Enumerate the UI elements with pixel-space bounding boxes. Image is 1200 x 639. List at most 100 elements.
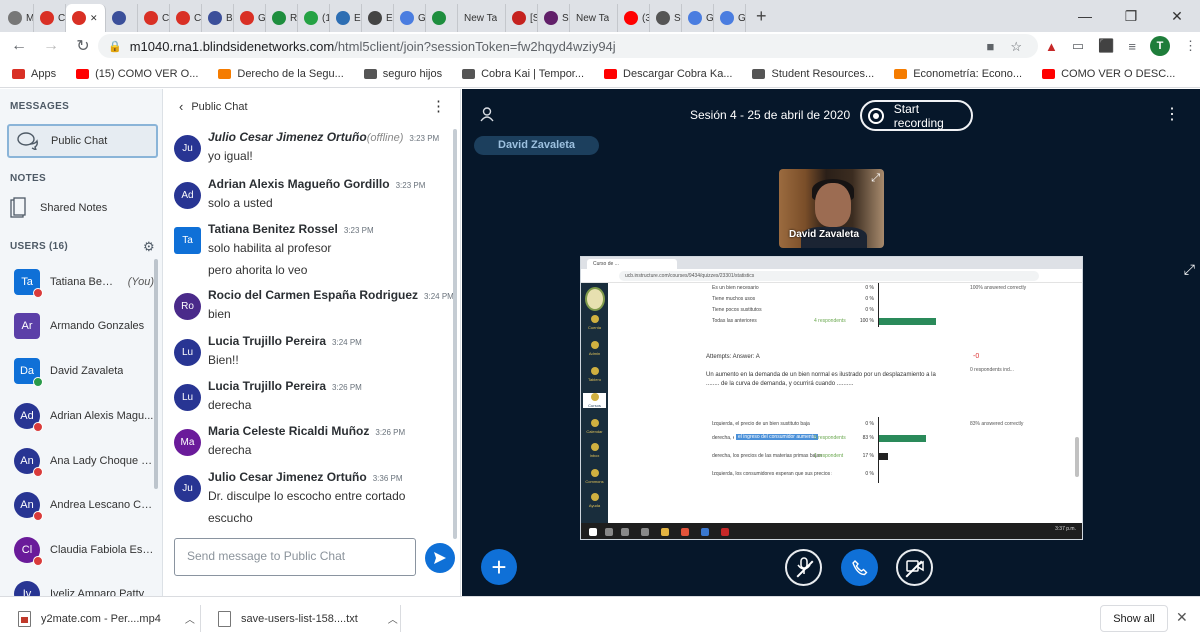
browser-tab[interactable]: Es bbox=[362, 4, 394, 32]
chat-scrollbar[interactable] bbox=[453, 129, 457, 539]
screencast-extension-icon[interactable]: ▭ bbox=[1072, 38, 1084, 54]
chevron-up-icon[interactable]: ︿ bbox=[185, 611, 195, 626]
message-author: Maria Celeste Ricaldi Muñoz bbox=[208, 424, 370, 438]
pdf-extension-icon[interactable]: ▲ bbox=[1045, 39, 1058, 54]
chat-message-input[interactable]: Send message to Public Chat bbox=[174, 538, 416, 576]
browser-tab[interactable]: Sl bbox=[538, 4, 570, 32]
user-list-item[interactable]: Ta Tatiana Benite... (You) bbox=[14, 267, 154, 297]
close-window-button[interactable]: ✕ bbox=[1154, 0, 1200, 32]
chevron-up-icon[interactable]: ︿ bbox=[388, 611, 398, 626]
avatar: Ad bbox=[174, 182, 201, 209]
browser-tab[interactable] bbox=[106, 4, 138, 32]
minimize-button[interactable]: — bbox=[1062, 0, 1108, 32]
chat-header[interactable]: ‹ Public Chat bbox=[179, 99, 248, 114]
back-arrow-icon[interactable]: ← bbox=[6, 33, 32, 59]
browser-tab[interactable]: Gr bbox=[394, 4, 426, 32]
bookmark-item[interactable]: Cobra Kai | Tempor... bbox=[462, 68, 584, 80]
browser-tab[interactable]: M bbox=[2, 4, 34, 32]
download-item-2[interactable]: save-users-list-158....txt ︿ bbox=[218, 597, 398, 639]
fullscreen-icon[interactable]: ⤢ bbox=[871, 172, 880, 185]
browser-tab[interactable]: Cc bbox=[34, 4, 66, 32]
camera-icon[interactable]: ■ bbox=[986, 39, 994, 55]
sidebar-item-shared-notes[interactable]: Shared Notes bbox=[10, 197, 107, 219]
gmail-icon bbox=[8, 11, 22, 25]
bookmark-item[interactable]: Student Resources... bbox=[752, 68, 874, 80]
sidebar-item-public-chat[interactable]: Public Chat bbox=[7, 124, 158, 158]
download-item-1[interactable]: y2mate.com - Per....mp4 ︿ bbox=[18, 597, 195, 639]
browser-tab[interactable]: (3 bbox=[618, 4, 650, 32]
options-menu-icon[interactable]: ⋮ bbox=[1164, 104, 1180, 124]
answer-percent: 0 % bbox=[865, 296, 874, 302]
tab-label: Cc bbox=[162, 12, 169, 24]
profile-avatar[interactable]: T bbox=[1149, 36, 1170, 56]
restore-button[interactable]: ❐ bbox=[1108, 0, 1154, 32]
show-all-downloads-button[interactable]: Show all bbox=[1100, 605, 1168, 632]
browser-tab[interactable]: Bi bbox=[202, 4, 234, 32]
browser-tab[interactable]: Gr bbox=[234, 4, 266, 32]
shared-tab-title: Curso de ... bbox=[587, 259, 677, 269]
address-bar[interactable]: 🔒 m1040.rna1.blindsidenetworks.com /html… bbox=[98, 34, 1038, 58]
talking-indicator: David Zavaleta bbox=[474, 136, 600, 155]
browser-tab[interactable]: (1) bbox=[298, 4, 330, 32]
bookmark-item[interactable]: Descargar Cobra Ka... bbox=[604, 68, 732, 80]
bookmark-item[interactable]: Apps bbox=[12, 68, 56, 80]
actions-plus-button[interactable]: + bbox=[481, 549, 517, 585]
browser-tab[interactable]: New Ta bbox=[458, 4, 506, 32]
browser-tab[interactable]: Cc bbox=[170, 4, 202, 32]
chevron-left-icon[interactable]: ‹ bbox=[179, 99, 183, 114]
user-list-item[interactable]: Da David Zavaleta bbox=[14, 356, 154, 386]
correct-note: 83% answered correctly bbox=[970, 421, 1024, 427]
bookmark-item[interactable]: Econometría: Econo... bbox=[894, 68, 1022, 80]
extension-icon[interactable]: ⬛ bbox=[1098, 38, 1114, 54]
user-list-toggle-icon[interactable] bbox=[480, 107, 494, 125]
browser-tab[interactable]: Re bbox=[266, 4, 298, 32]
gear-icon[interactable]: ⚙ bbox=[143, 239, 155, 255]
user-list-item[interactable]: An Andrea Lescano Ch... bbox=[14, 490, 154, 520]
bookmark-label: (15) COMO VER O... bbox=[95, 67, 199, 80]
media-control-icon[interactable]: ≡ bbox=[1128, 39, 1136, 54]
chrome-menu-icon[interactable]: ⋮ bbox=[1184, 38, 1197, 54]
browser-tab[interactable]: Es bbox=[330, 4, 362, 32]
mute-mic-button[interactable] bbox=[785, 549, 822, 586]
bookmark-item[interactable]: COMO VER O DESC... bbox=[1042, 68, 1175, 80]
browser-tab[interactable]: Gr bbox=[682, 4, 714, 32]
bookmark-item[interactable]: Derecho de la Segu... bbox=[218, 68, 344, 80]
user-list-item[interactable]: An Ana Lady Choque C... bbox=[14, 446, 154, 476]
public-chat-label: Public Chat bbox=[51, 135, 108, 147]
message-text: bien bbox=[208, 307, 231, 321]
forward-arrow-icon[interactable]: → bbox=[38, 33, 64, 59]
close-icon[interactable]: ✕ bbox=[1176, 609, 1188, 626]
browser-tab[interactable]: Gr bbox=[714, 4, 746, 32]
shared-notes-label: Shared Notes bbox=[40, 202, 108, 214]
share-webcam-button[interactable] bbox=[896, 549, 933, 586]
message-time: 3:23 PM bbox=[395, 181, 426, 190]
send-message-button[interactable] bbox=[425, 543, 455, 573]
avatar: Cl bbox=[14, 537, 43, 565]
answer-percent: 100 % bbox=[859, 318, 874, 324]
lms-nav-icon bbox=[590, 341, 599, 349]
browser-tab[interactable]: Cc bbox=[138, 4, 170, 32]
user-list-item[interactable]: Ar Armando Gonzales bbox=[14, 311, 154, 341]
bookmark-item[interactable]: seguro hijos bbox=[363, 68, 442, 80]
webcam-video[interactable]: David Zavaleta ⤢ bbox=[779, 169, 884, 248]
new-tab-button[interactable]: + bbox=[756, 6, 776, 27]
browser-tab[interactable]: New Ta bbox=[570, 4, 618, 32]
bookmark-item[interactable]: (15) COMO VER O... bbox=[76, 68, 198, 80]
browser-tab[interactable] bbox=[426, 4, 458, 32]
sidebar-scrollbar[interactable] bbox=[154, 259, 158, 489]
leave-audio-button[interactable] bbox=[841, 549, 878, 586]
message-time: 3:23 PM bbox=[409, 134, 440, 143]
browser-tab[interactable]: St bbox=[650, 4, 682, 32]
bookmark-star-icon[interactable]: ☆ bbox=[1010, 39, 1022, 55]
mic-off-icon bbox=[796, 556, 811, 579]
close-tab-icon[interactable]: ✕ bbox=[90, 13, 98, 24]
chat-options-icon[interactable]: ⋮ bbox=[431, 97, 446, 115]
user-list-item[interactable]: Ad Adrian Alexis Magu... bbox=[14, 401, 154, 431]
browser-tab[interactable]: [S bbox=[506, 4, 538, 32]
screenshare-fullscreen-icon[interactable]: ⤢ bbox=[1184, 261, 1195, 278]
start-recording-button[interactable]: Start recording bbox=[860, 100, 973, 131]
user-list-item[interactable]: Cl Claudia Fabiola Esp... bbox=[14, 535, 154, 565]
browser-tab[interactable]: ✕ bbox=[66, 4, 106, 32]
mic-on-icon bbox=[33, 377, 43, 386]
reload-icon[interactable]: ↻ bbox=[70, 33, 96, 59]
